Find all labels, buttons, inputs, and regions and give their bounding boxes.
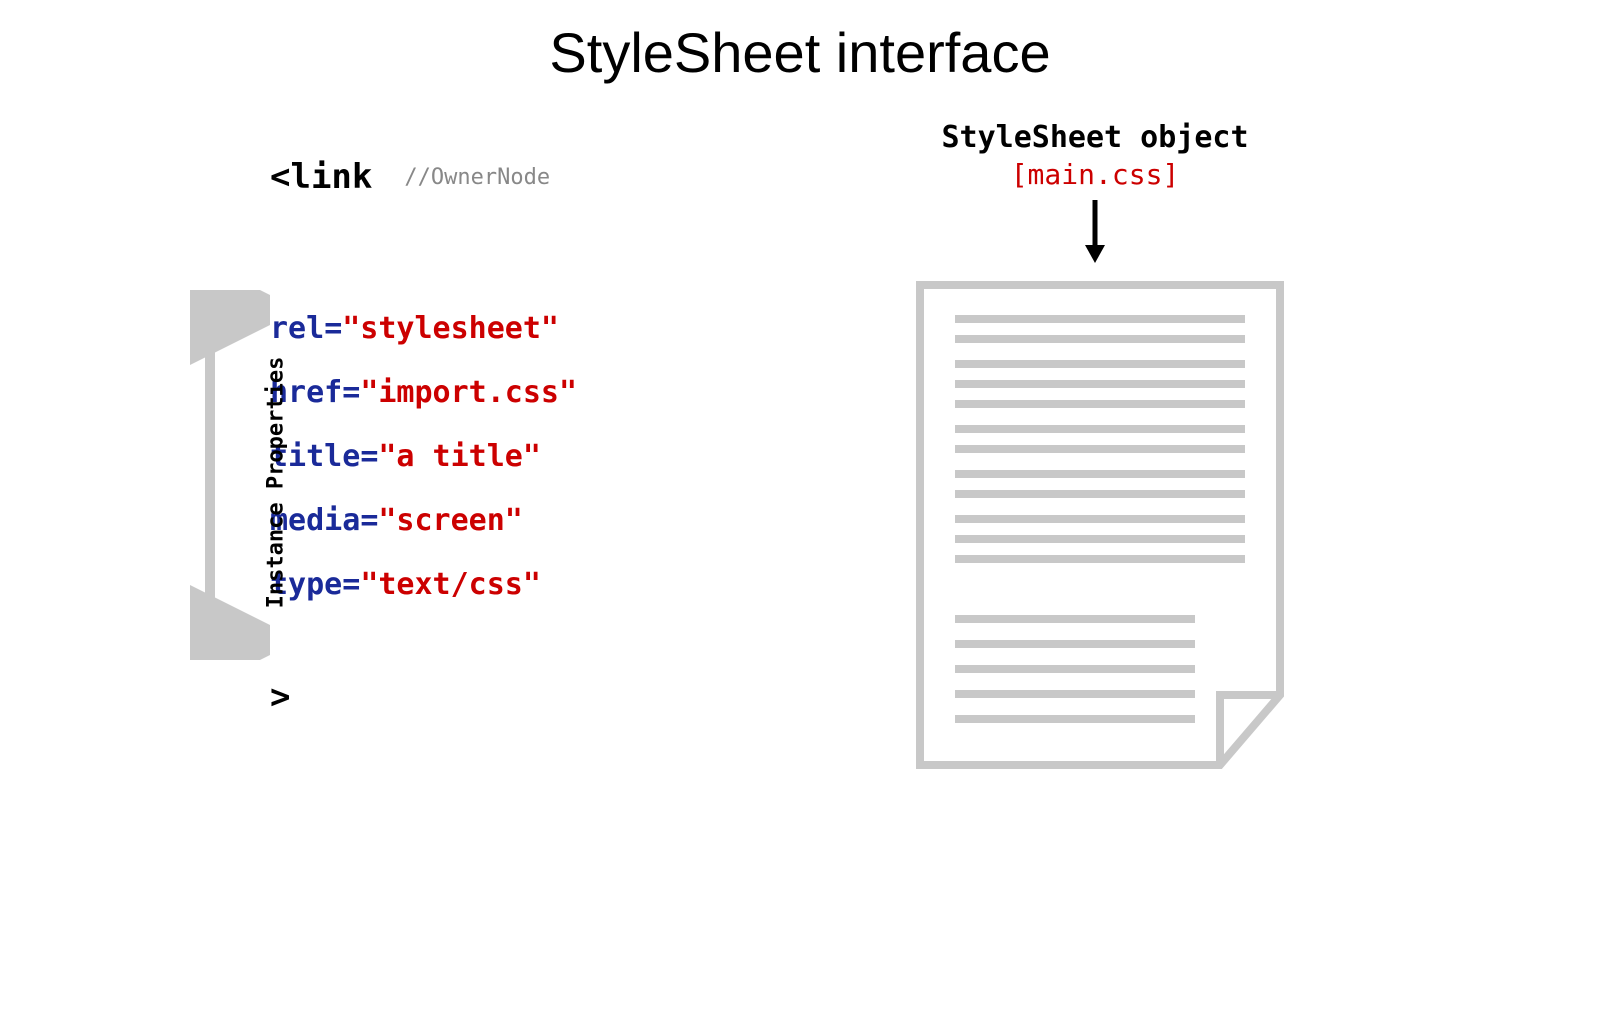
diagram-stage: StyleSheet interface <link //OwnerNode r… bbox=[0, 0, 1600, 1022]
attribute-list: rel="stylesheet" href="import.css" title… bbox=[270, 314, 577, 600]
arrow-down-icon bbox=[1080, 200, 1110, 270]
code-block: <link //OwnerNode rel="stylesheet" href=… bbox=[270, 160, 577, 714]
document-icon bbox=[910, 275, 1290, 775]
owner-node-comment: //OwnerNode bbox=[404, 165, 550, 190]
page-title: StyleSheet interface bbox=[0, 20, 1600, 85]
stylesheet-object-heading: StyleSheet object bbox=[900, 120, 1290, 155]
link-open-line: <link //OwnerNode bbox=[270, 160, 577, 194]
link-tag-close: > bbox=[270, 680, 577, 714]
attr-rel: rel="stylesheet" bbox=[270, 314, 577, 344]
attr-type: type="text/css" bbox=[270, 570, 577, 600]
stylesheet-object-filename: [main.css] bbox=[900, 158, 1290, 191]
link-tag-open: <link bbox=[270, 157, 372, 197]
attr-href: href="import.css" bbox=[270, 378, 577, 408]
bracket-icon bbox=[190, 290, 270, 660]
attr-title: title="a title" bbox=[270, 442, 577, 472]
attr-media: media="screen" bbox=[270, 506, 577, 536]
